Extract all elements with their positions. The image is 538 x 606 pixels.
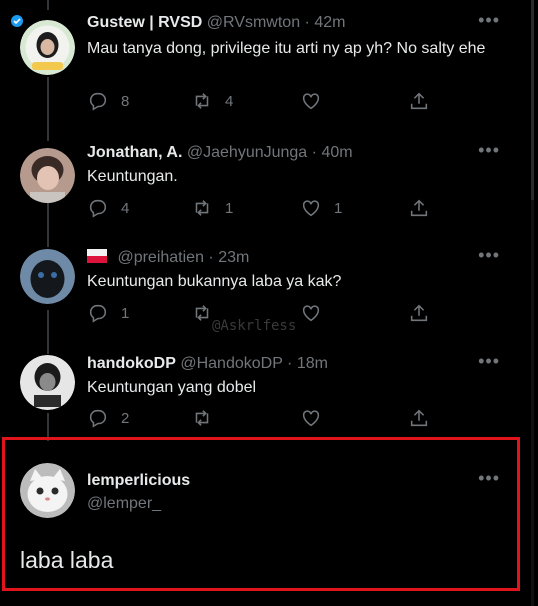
avatar[interactable]: [20, 20, 75, 75]
reply-icon: [89, 92, 107, 111]
share-button[interactable]: [408, 89, 430, 113]
heart-icon: [302, 410, 320, 427]
more-options-button[interactable]: •••: [478, 245, 500, 266]
retweet-button[interactable]: 4: [191, 89, 233, 113]
reply-count: 2: [121, 409, 130, 427]
timestamp[interactable]: 42m: [314, 14, 345, 31]
tweet-text: Keuntungan yang dobel: [87, 379, 257, 396]
share-button[interactable]: [408, 196, 430, 220]
reply-count: 8: [121, 92, 130, 110]
tweet-header: Jonathan, A. @JaehyunJunga · 40m: [87, 144, 353, 162]
timestamp[interactable]: 40m: [321, 144, 352, 161]
retweet-button[interactable]: 1: [191, 196, 233, 220]
reply-count: 1: [121, 304, 130, 322]
like-button[interactable]: [300, 89, 334, 113]
share-icon: [410, 304, 428, 322]
like-button[interactable]: 1: [300, 196, 342, 220]
timestamp[interactable]: 18m: [297, 355, 328, 372]
reply-tweet[interactable]: Gustew | RVSD @RVsmwton · 42m ••• Mau ta…: [0, 10, 538, 124]
reply-button[interactable]: 1: [87, 301, 129, 325]
like-button[interactable]: [300, 406, 334, 430]
like-count: 1: [334, 199, 343, 217]
retweet-icon: [195, 200, 209, 216]
username[interactable]: @JaehyunJunga: [187, 144, 307, 161]
dot-separator: ·: [287, 355, 293, 372]
action-bar: 4 1 1: [87, 196, 447, 220]
username[interactable]: @HandokoDP: [180, 355, 282, 372]
more-options-button[interactable]: •••: [478, 140, 500, 161]
share-icon: [410, 199, 428, 217]
share-button[interactable]: [408, 406, 430, 430]
reply-icon: [89, 409, 107, 428]
tweet-header: handokoDP @HandokoDP · 18m: [87, 355, 328, 373]
tweet-header: Gustew | RVSD @RVsmwton · 42m: [87, 14, 345, 32]
flag-icon: [87, 249, 107, 263]
retweet-count: 4: [225, 92, 234, 110]
retweet-button[interactable]: [191, 406, 225, 430]
retweet-count: 1: [225, 199, 234, 217]
heart-icon: [302, 93, 320, 110]
like-button[interactable]: [300, 301, 334, 325]
action-bar: 2: [87, 406, 447, 430]
action-bar: 8 4: [87, 89, 447, 113]
watermark: @Askrlfess: [212, 318, 297, 334]
retweet-icon: [195, 93, 209, 109]
display-name[interactable]: Gustew | RVSD: [87, 14, 202, 31]
retweet-icon: [195, 410, 209, 426]
more-options-button[interactable]: •••: [478, 10, 500, 31]
heart-icon: [302, 305, 320, 322]
verified-badge-icon: [11, 15, 23, 27]
tweet-text: Keuntungan.: [87, 168, 178, 185]
avatar[interactable]: [20, 148, 75, 203]
dot-separator: ·: [208, 249, 214, 266]
username[interactable]: @RVsmwton: [207, 14, 300, 31]
username[interactable]: @preihatien: [117, 249, 204, 266]
reply-tweet[interactable]: handokoDP @HandokoDP · 18m ••• Keuntunga…: [0, 351, 538, 435]
share-icon: [410, 92, 428, 110]
reply-button[interactable]: 2: [87, 406, 129, 430]
heart-icon: [302, 200, 320, 217]
timestamp[interactable]: 23m: [218, 249, 249, 266]
retweet-icon: [195, 305, 209, 321]
more-options-button[interactable]: •••: [478, 351, 500, 372]
dot-separator: ·: [304, 14, 310, 31]
tweet-header: @preihatien · 23m: [87, 249, 249, 267]
avatar[interactable]: [20, 249, 75, 304]
share-icon: [410, 409, 428, 427]
reply-button[interactable]: 4: [87, 196, 129, 220]
display-name[interactable]: Jonathan, A.: [87, 144, 182, 161]
reply-icon: [89, 304, 107, 323]
reply-tweet[interactable]: Jonathan, A. @JaehyunJunga · 40m ••• Keu…: [0, 140, 538, 234]
reply-button[interactable]: 8: [87, 89, 129, 113]
tweet-text: Keuntungan bukannya laba ya kak?: [87, 273, 342, 290]
dot-separator: ·: [311, 144, 317, 161]
reply-icon: [89, 199, 107, 218]
share-button[interactable]: [408, 301, 430, 325]
reply-count: 4: [121, 199, 130, 217]
highlight-box: [2, 437, 520, 591]
display-name[interactable]: handokoDP: [87, 355, 176, 372]
thread-line: [47, 0, 49, 10]
tweet-text: Mau tanya dong, privilege itu arti ny ap…: [87, 40, 486, 57]
avatar[interactable]: [20, 355, 75, 410]
